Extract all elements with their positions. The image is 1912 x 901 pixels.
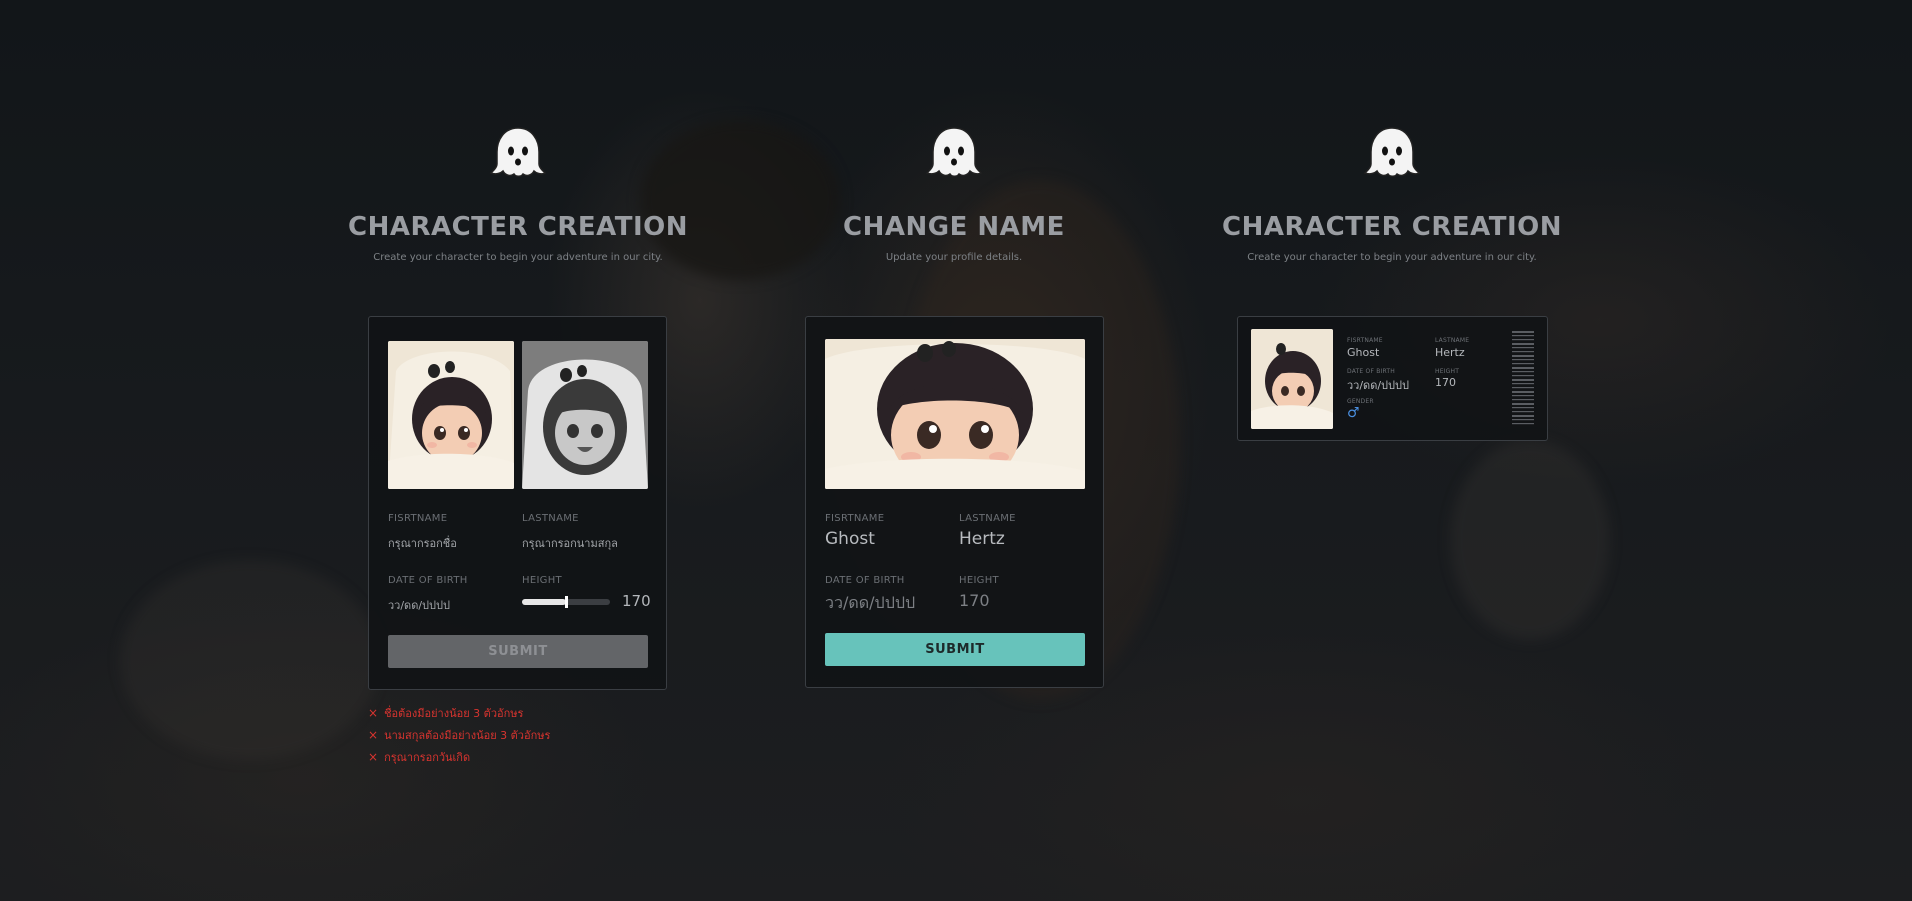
- dob-value: วว/ดด/ปปปป: [825, 593, 916, 612]
- change-name-header: CHANGE NAME Update your profile details.: [804, 0, 1104, 263]
- page-subtitle: Create your character to begin your adve…: [1247, 252, 1537, 263]
- id-firstname-label: FISRTNAME: [1347, 337, 1383, 344]
- barcode-stripe: [1512, 363, 1534, 365]
- creation-card: FISRTNAME กรุณากรอกชื่อ LASTNAME กรุณากร…: [368, 316, 667, 690]
- page-subtitle: Create your character to begin your adve…: [373, 252, 663, 263]
- error-firstname: × ชื่อต้องมีอย่างน้อย 3 ตัวอักษร: [368, 702, 550, 724]
- ghost-icon: [925, 127, 983, 177]
- error-x-icon: ×: [368, 706, 379, 720]
- barcode-stripe: [1512, 383, 1534, 385]
- barcode-stripe: [1512, 419, 1534, 421]
- id-gender-label: GENDER: [1347, 398, 1374, 405]
- barcode-stripe: [1512, 411, 1534, 413]
- barcode-stripe: [1512, 391, 1534, 393]
- id-card: FISRTNAME Ghost LASTNAME Hertz DATE OF B…: [1237, 316, 1548, 441]
- barcode-stripe: [1512, 403, 1534, 405]
- male-symbol-icon: ♂: [1347, 405, 1360, 421]
- height-slider[interactable]: [522, 596, 610, 608]
- validation-errors: × ชื่อต้องมีอย่างน้อย 3 ตัวอักษร × นามสกุล…: [368, 702, 550, 768]
- barcode-stripe: [1512, 407, 1534, 409]
- id-card-header: CHARACTER CREATION Create your character…: [1222, 0, 1562, 263]
- portrait-wide: [825, 339, 1085, 489]
- barcode-stripe: [1512, 399, 1534, 401]
- page-title: CHARACTER CREATION: [348, 212, 688, 242]
- lastname-input[interactable]: กรุณากรอกนามสกุล: [522, 534, 618, 552]
- barcode-stripe: [1512, 331, 1534, 333]
- ghost-icon: [489, 127, 547, 177]
- error-lastname: × นามสกุลต้องมีอย่างน้อย 3 ตัวอักษร: [368, 724, 550, 746]
- page-title: CHANGE NAME: [843, 212, 1065, 242]
- barcode-stripe: [1512, 367, 1534, 369]
- barcode-stripe: [1512, 375, 1534, 377]
- height-value: 170: [959, 591, 990, 610]
- error-text: นามสกุลต้องมีอย่างน้อย 3 ตัวอักษร: [384, 729, 551, 742]
- lastname-input[interactable]: Hertz: [959, 529, 1005, 549]
- lastname-label: LASTNAME: [959, 513, 1016, 524]
- creation-header: CHARACTER CREATION Create your character…: [348, 0, 688, 263]
- barcode-stripe: [1512, 387, 1534, 389]
- barcode-stripe: [1512, 379, 1534, 381]
- id-height-label: HEIGHT: [1435, 368, 1460, 375]
- error-text: กรุณากรอกวันเกิด: [384, 751, 471, 764]
- firstname-input[interactable]: Ghost: [825, 529, 875, 549]
- submit-button-disabled[interactable]: SUBMIT: [388, 635, 648, 668]
- id-lastname-value: Hertz: [1435, 346, 1465, 359]
- ghost-icon: [1363, 127, 1421, 177]
- barcode-stripe: [1512, 359, 1534, 361]
- barcode-stripe: [1512, 423, 1534, 425]
- error-dob: × กรุณากรอกวันเกิด: [368, 746, 550, 768]
- id-lastname-label: LASTNAME: [1435, 337, 1470, 344]
- dob-input[interactable]: วว/ดด/ปปปป: [388, 596, 450, 614]
- firstname-label: FISRTNAME: [825, 513, 885, 524]
- lastname-label: LASTNAME: [522, 513, 579, 524]
- barcode-stripe: [1512, 343, 1534, 345]
- barcode-stripe: [1512, 335, 1534, 337]
- height-slider-thumb[interactable]: [565, 596, 568, 608]
- id-dob-label: DATE OF BIRTH: [1347, 368, 1395, 375]
- id-card-photo: [1251, 329, 1333, 429]
- barcode-icon: [1512, 331, 1534, 425]
- height-value: 170: [622, 592, 651, 610]
- id-firstname-value: Ghost: [1347, 346, 1380, 359]
- portrait-male[interactable]: [388, 341, 514, 489]
- firstname-input[interactable]: กรุณากรอกชื่อ: [388, 534, 457, 552]
- submit-button[interactable]: SUBMIT: [825, 633, 1085, 666]
- page-title: CHARACTER CREATION: [1222, 212, 1562, 242]
- barcode-stripe: [1512, 415, 1534, 417]
- error-x-icon: ×: [368, 728, 379, 742]
- height-slider-fill: [522, 599, 566, 605]
- barcode-stripe: [1512, 395, 1534, 397]
- error-x-icon: ×: [368, 750, 379, 764]
- barcode-stripe: [1512, 339, 1534, 341]
- page-subtitle: Update your profile details.: [885, 252, 1023, 263]
- id-height-value: 170: [1435, 376, 1456, 389]
- height-label: HEIGHT: [522, 575, 562, 586]
- error-text: ชื่อต้องมีอย่างน้อย 3 ตัวอักษร: [384, 707, 524, 720]
- barcode-stripe: [1512, 347, 1534, 349]
- barcode-stripe: [1512, 351, 1534, 353]
- barcode-stripe: [1512, 355, 1534, 357]
- change-name-card: FISRTNAME Ghost LASTNAME Hertz DATE OF B…: [805, 316, 1104, 688]
- firstname-label: FISRTNAME: [388, 513, 448, 524]
- id-dob-value: วว/ดด/ปปปป: [1347, 379, 1409, 392]
- barcode-stripe: [1512, 371, 1534, 373]
- dob-label: DATE OF BIRTH: [388, 575, 468, 586]
- dob-label: DATE OF BIRTH: [825, 575, 905, 586]
- height-label: HEIGHT: [959, 575, 999, 586]
- portrait-female[interactable]: [522, 341, 648, 489]
